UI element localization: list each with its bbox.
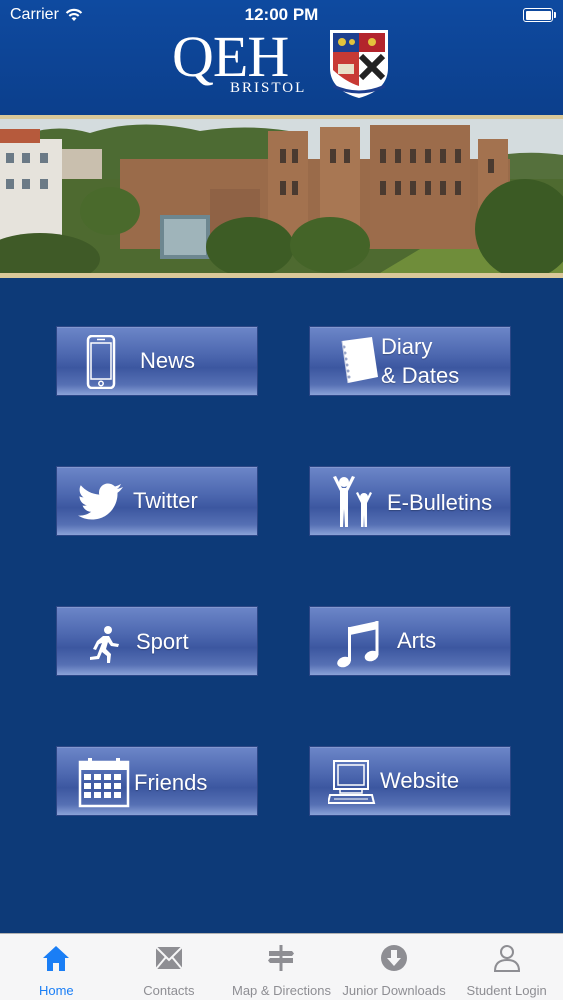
smartphone-icon: [86, 335, 116, 389]
logo-wordmark: QEH: [172, 24, 289, 89]
e-bulletins-label: E-Bulletins: [387, 490, 493, 515]
twitter-button[interactable]: Twitter: [56, 466, 258, 536]
tab-student-login-label: Student Login: [466, 983, 547, 998]
website-label: Website: [380, 768, 460, 793]
download-icon: [381, 945, 408, 971]
tab-home-label: Home: [38, 983, 74, 998]
signpost-icon: [268, 945, 295, 971]
news-label: News: [140, 348, 196, 373]
diary-label-line1: Diary: [381, 334, 433, 359]
sport-button[interactable]: Sport: [56, 606, 258, 676]
tab-contacts[interactable]: Contacts: [113, 934, 226, 1000]
tab-map-directions[interactable]: Map & Directions: [225, 934, 338, 1000]
battery-icon: [523, 8, 556, 22]
tab-bar: Home Contacts Map & Directions Junior Do…: [0, 933, 563, 1000]
family-figures-icon: [333, 476, 372, 527]
tab-contacts-label: Contacts: [143, 983, 195, 998]
arts-button[interactable]: Arts: [309, 606, 511, 676]
friends-button[interactable]: Friends: [56, 746, 258, 816]
news-button[interactable]: News: [56, 326, 258, 396]
music-notes-icon: [337, 621, 379, 668]
tab-junior-downloads[interactable]: Junior Downloads: [338, 934, 451, 1000]
sport-label: Sport: [136, 629, 189, 654]
e-bulletins-button[interactable]: E-Bulletins: [309, 466, 511, 536]
website-button[interactable]: Website: [309, 746, 511, 816]
running-figure-icon: [90, 626, 119, 663]
crest-icon: [330, 30, 388, 98]
arts-label: Arts: [397, 628, 437, 653]
twitter-label: Twitter: [133, 488, 198, 513]
diary-dates-button[interactable]: Diary & Dates: [309, 326, 511, 396]
calendar-icon: [78, 758, 130, 808]
home-icon: [43, 946, 70, 971]
school-logo: QEH BRISTOL: [172, 24, 392, 100]
tab-student-login[interactable]: Student Login: [450, 934, 563, 1000]
envelope-icon: [155, 946, 183, 970]
school-banner-image: [0, 119, 563, 273]
tab-junior-downloads-label: Junior Downloads: [342, 983, 446, 998]
status-time: 12:00 PM: [244, 5, 319, 24]
desktop-computer-icon: [328, 760, 376, 804]
diary-label-line2: & Dates: [381, 363, 460, 388]
twitter-bird-icon: [78, 483, 123, 520]
notebook-icon: [341, 337, 378, 384]
banner-divider: [0, 273, 563, 278]
tab-map-directions-label: Map & Directions: [231, 983, 331, 998]
tab-home[interactable]: Home: [0, 934, 113, 1000]
logo-subtitle: BRISTOL: [230, 80, 307, 96]
app-header: Carrier 12:00 PM QEH BRISTOL: [0, 0, 563, 115]
person-icon: [493, 945, 520, 972]
friends-label: Friends: [134, 770, 208, 795]
